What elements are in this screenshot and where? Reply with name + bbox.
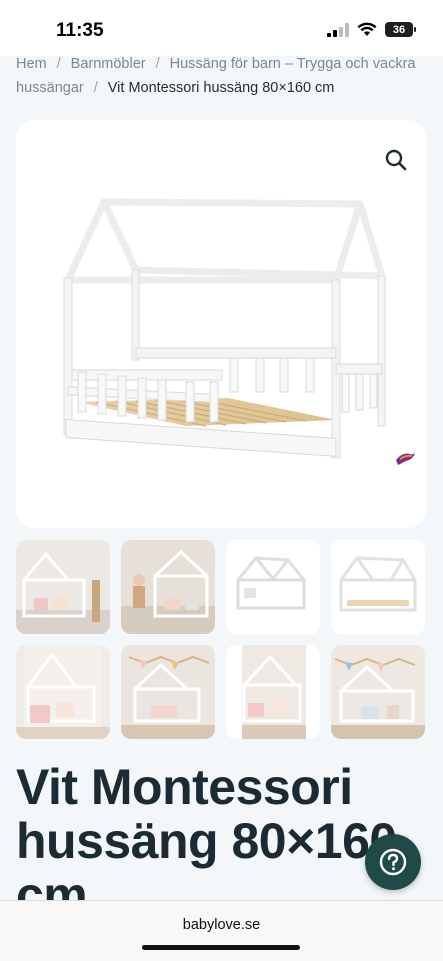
house-bed-illustration <box>63 198 386 459</box>
status-time: 11:35 <box>56 20 104 41</box>
battery-level: 36 <box>392 23 406 36</box>
browser-address-bar[interactable]: babylove.se <box>0 900 443 961</box>
help-button[interactable] <box>365 834 421 890</box>
product-title: Vit Montessori hussäng 80×160 cm <box>16 759 397 923</box>
thumbnail-6[interactable] <box>121 645 215 739</box>
zoom-button[interactable] <box>376 140 416 180</box>
question-mark-icon <box>379 848 407 876</box>
status-bar: 11:35 36 <box>0 0 443 56</box>
breadcrumb-current: Vit Montessori hussäng 80×160 cm <box>107 80 335 96</box>
breadcrumb-separator: / <box>93 80 98 96</box>
status-icons: 36 <box>327 22 416 37</box>
thumbnail-3[interactable] <box>226 540 320 634</box>
breadcrumb: Hem / Barnmöbler / Hussäng för barn – Trygga… <box>16 52 416 100</box>
breadcrumb-separator: / <box>155 56 160 72</box>
thumbnail-7[interactable] <box>226 645 320 739</box>
battery-indicator: 36 <box>385 22 416 37</box>
thumbnail-8[interactable] <box>331 645 425 739</box>
thumbnail-2[interactable] <box>121 540 215 634</box>
thumbnail-1[interactable] <box>16 540 110 634</box>
breadcrumb-item-barnmobler[interactable]: Barnmöbler <box>71 56 146 72</box>
bird-logo-icon[interactable] <box>394 450 416 466</box>
home-indicator <box>142 945 300 950</box>
thumbnail-4[interactable] <box>331 540 425 634</box>
thumbnail-5[interactable] <box>16 645 110 739</box>
signal-icon <box>327 22 349 37</box>
breadcrumb-item-home[interactable]: Hem <box>16 56 47 72</box>
url-label[interactable]: babylove.se <box>0 917 443 933</box>
thumbnail-gallery <box>16 540 426 739</box>
magnifier-icon <box>385 149 407 171</box>
product-main-image[interactable] <box>16 120 426 528</box>
wifi-icon <box>357 22 377 36</box>
breadcrumb-separator: / <box>56 56 61 72</box>
